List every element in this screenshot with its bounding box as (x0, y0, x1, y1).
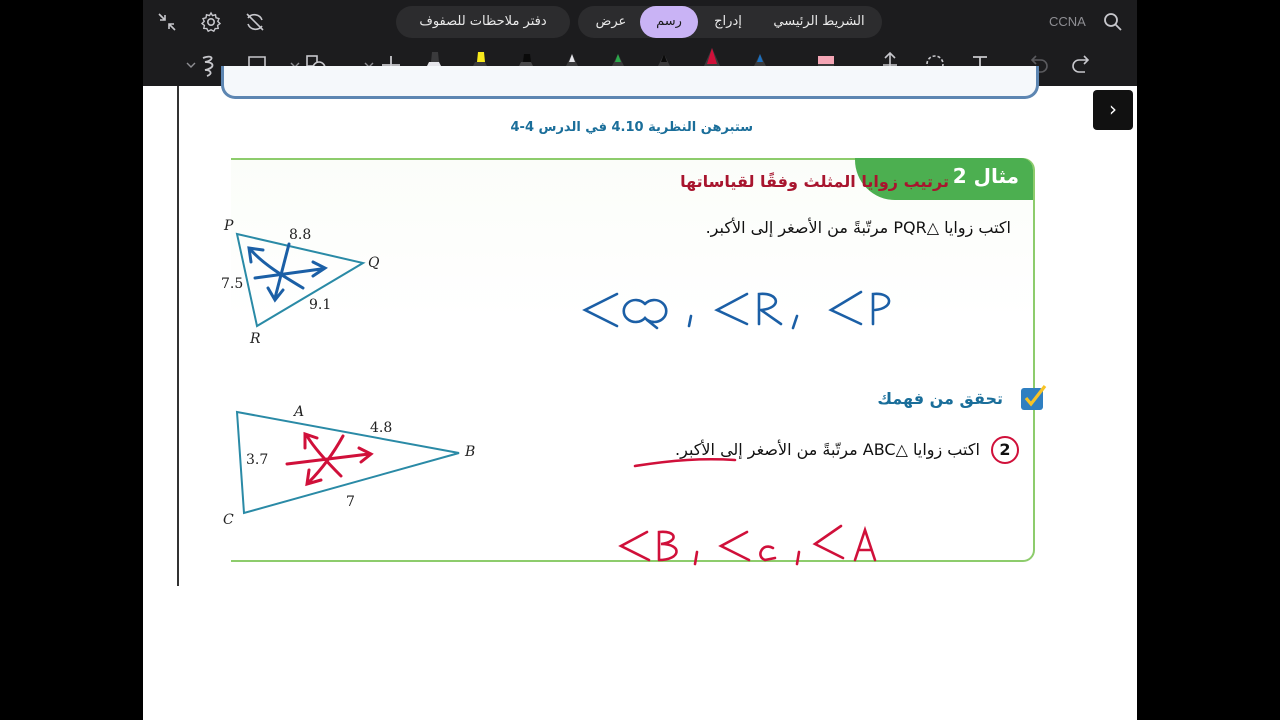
section-name[interactable]: CCNA (1049, 14, 1086, 29)
vertex-label-p: P (224, 218, 234, 234)
check-number: 2 (991, 436, 1019, 464)
vertex-label-c: C (223, 512, 234, 528)
collapse-icon[interactable] (155, 10, 179, 34)
tab-draw[interactable]: رسم (640, 6, 698, 38)
previous-section-box (221, 66, 1039, 99)
vertex-label-q: Q (368, 255, 380, 271)
side-label-bc: 7 (346, 494, 355, 510)
vertex-label-a: A (294, 404, 305, 420)
example-question: اكتب زوايا △PQR مرتّبةً من الأصغر إلى ال… (705, 218, 1011, 237)
ribbon-tabs: عرض رسم إدراج الشريط الرئيسي (578, 6, 882, 38)
notebook-name: دفتر ملاحظات للصفوف (419, 14, 547, 29)
check-understanding-label: تحقق من فهمك (877, 389, 1003, 408)
onenote-app: دفتر ملاحظات للصفوف عرض رسم إدراج الشريط… (143, 0, 1137, 720)
example-title: ترتيب زوايا المثلث وفقًا لقياساتها (680, 172, 949, 191)
side-label-ac: 3.7 (246, 452, 269, 468)
page-margin-line (177, 86, 179, 586)
side-label-ab: 4.8 (370, 420, 393, 436)
notebook-selector[interactable]: دفتر ملاحظات للصفوف (396, 6, 570, 38)
side-label-pr: 7.5 (221, 276, 244, 292)
vertex-label-r: R (250, 331, 261, 347)
check-question: 2 اكتب زوايا △ABC مرتّبةً من الأصغر إلى … (675, 436, 1019, 464)
chevron-right-icon[interactable]: › (1093, 90, 1133, 130)
redo-icon[interactable] (1069, 48, 1095, 82)
settings-icon[interactable] (199, 10, 223, 34)
checkmark-icon (1021, 385, 1047, 410)
tab-home[interactable]: الشريط الرئيسي (760, 6, 878, 38)
search-icon[interactable] (1101, 10, 1125, 34)
check-question-text: اكتب زوايا △ABC مرتّبةً من الأصغر إلى ال… (675, 440, 980, 459)
theorem-note: ستبرهن النظرية 4.10 في الدرس 4-4 (510, 120, 753, 135)
lasso-icon[interactable] (183, 48, 225, 82)
tab-insert[interactable]: إدراج (702, 6, 754, 38)
note-page[interactable]: › ستبرهن النظرية 4.10 في الدرس 4-4 مثال … (143, 66, 1137, 720)
example-label: مثال 2 (952, 164, 1019, 188)
side-label-qr: 9.1 (309, 297, 332, 313)
vertex-label-b: B (465, 444, 476, 460)
no-sync-icon[interactable] (243, 10, 267, 34)
side-label-pq: 8.8 (289, 227, 312, 243)
tab-view[interactable]: عرض (584, 6, 638, 38)
